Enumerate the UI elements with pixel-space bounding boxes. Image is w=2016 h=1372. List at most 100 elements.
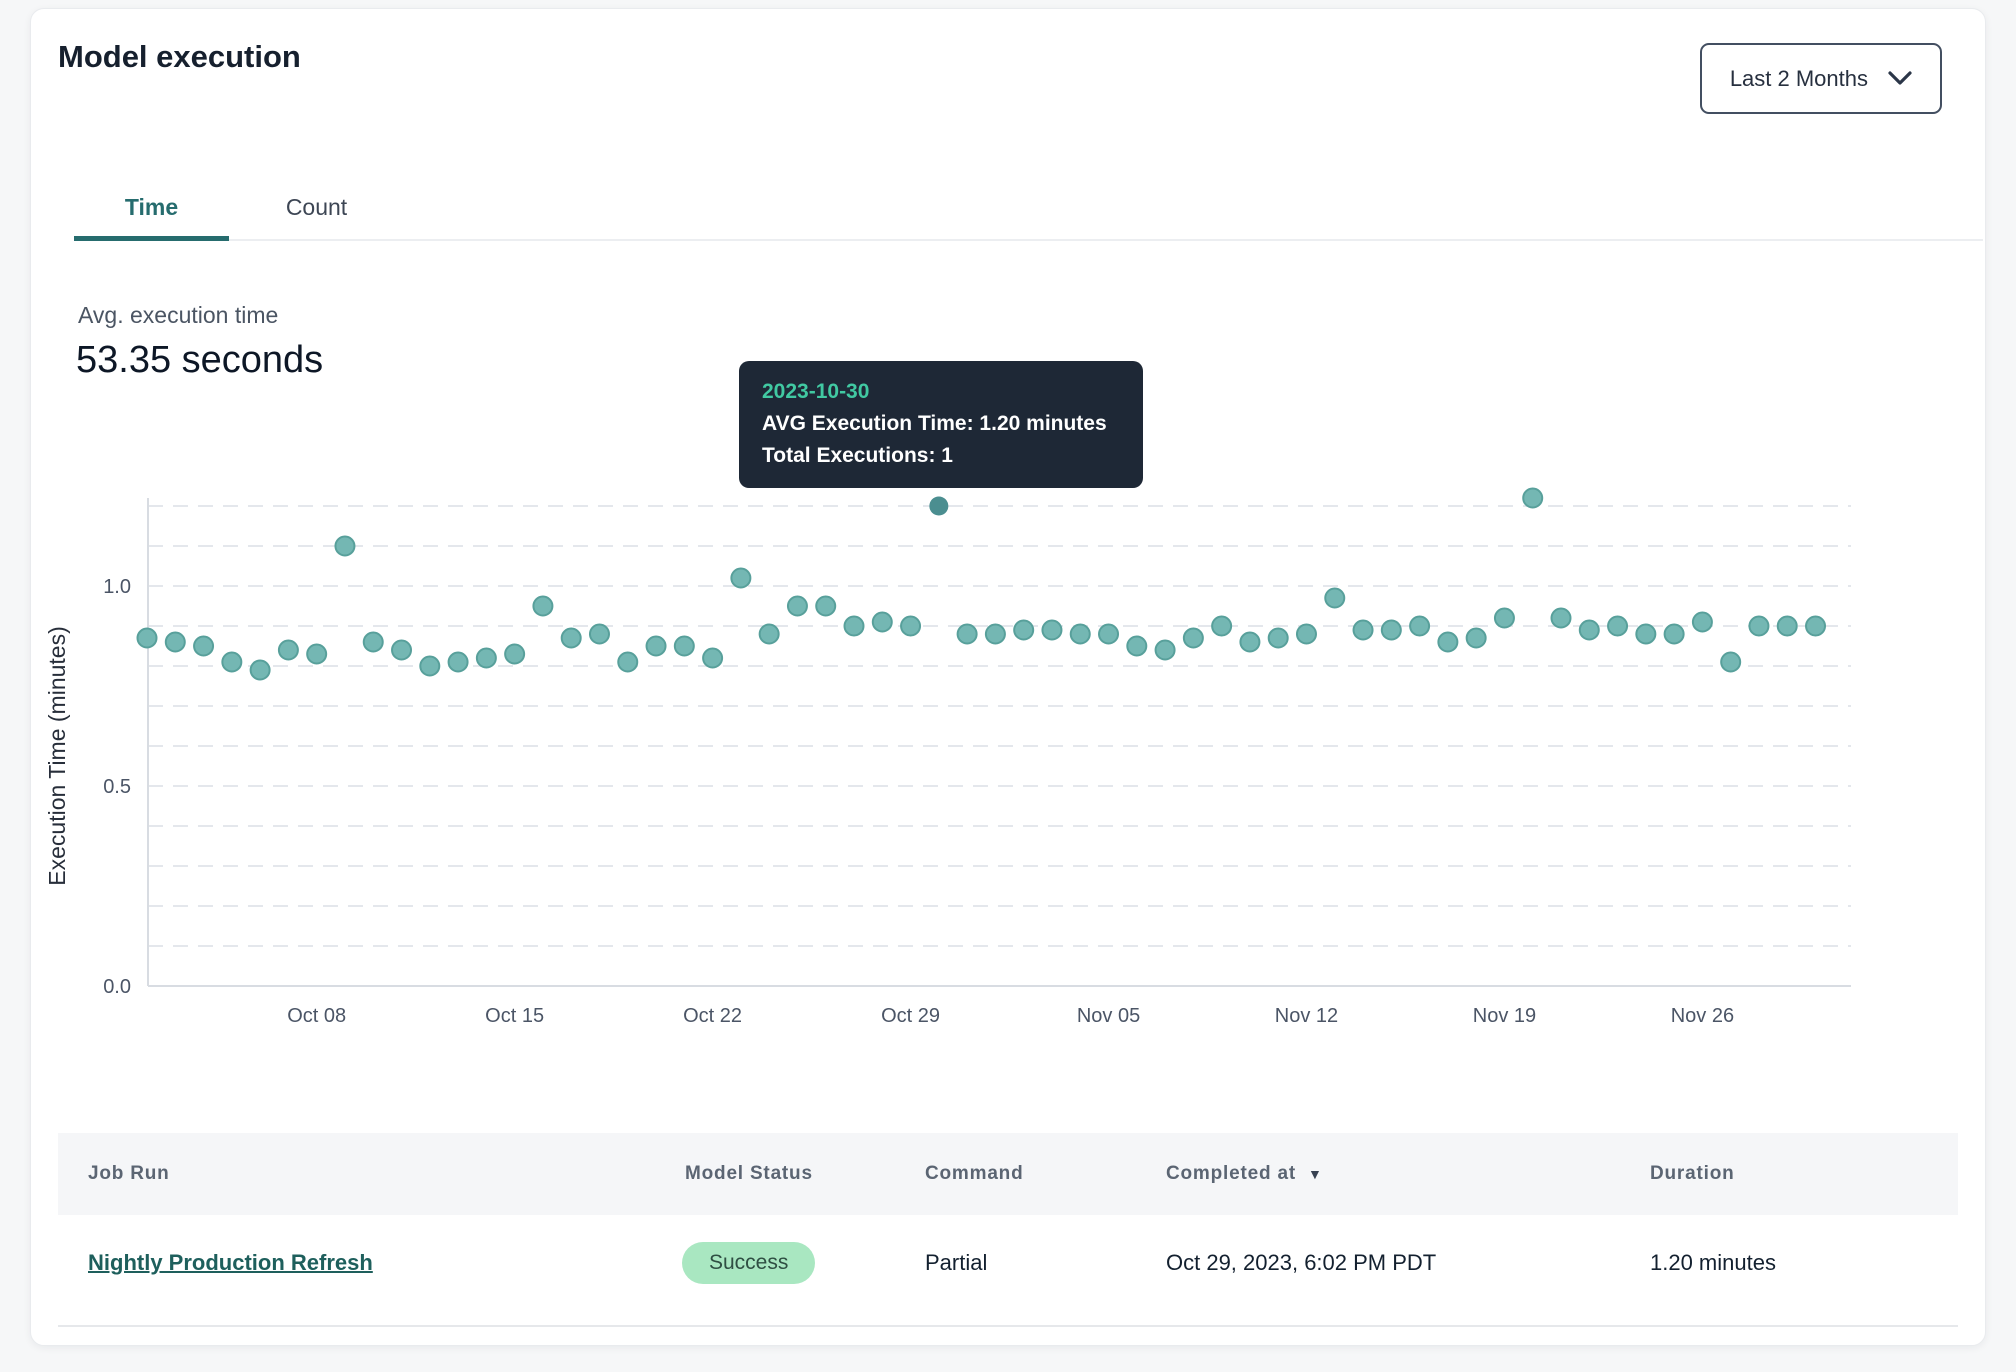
data-point[interactable] [477, 649, 496, 668]
data-point[interactable] [1665, 625, 1684, 644]
chevron-down-icon [1888, 71, 1912, 86]
data-point[interactable] [505, 645, 524, 664]
data-point[interactable] [1438, 633, 1457, 652]
x-tick-label: Oct 08 [287, 1005, 346, 1027]
y-tick-label: 0.5 [103, 776, 131, 798]
data-point[interactable] [1495, 609, 1514, 628]
data-point[interactable] [1523, 489, 1542, 508]
data-point[interactable] [533, 597, 552, 616]
x-tick-label: Nov 19 [1473, 1005, 1536, 1027]
data-point[interactable] [251, 661, 270, 680]
data-point[interactable] [1240, 633, 1259, 652]
tooltip-total-line: Total Executions: 1 [762, 440, 1120, 472]
data-point[interactable] [194, 637, 213, 656]
y-tick-label: 1.0 [103, 576, 131, 598]
data-point[interactable] [1410, 617, 1429, 636]
command-cell: Partial [925, 1215, 987, 1311]
data-point[interactable] [1184, 629, 1203, 648]
x-tick-label: Nov 26 [1671, 1005, 1734, 1027]
page-title: Model execution [58, 39, 301, 75]
data-point[interactable] [901, 617, 920, 636]
x-tick-label: Oct 29 [881, 1005, 940, 1027]
data-point[interactable] [138, 629, 157, 648]
data-point[interactable] [1042, 621, 1061, 640]
header-command[interactable]: Command [925, 1133, 1024, 1215]
tab-time[interactable]: Time [74, 175, 229, 239]
tooltip-avg-line: AVG Execution Time: 1.20 minutes [762, 408, 1120, 440]
tooltip-date: 2023-10-30 [762, 376, 1120, 408]
execution-time-chart[interactable]: 0.00.51.0Execution Time (minutes)Oct 08O… [31, 456, 1987, 1041]
data-point[interactable] [760, 625, 779, 644]
data-point[interactable] [1071, 625, 1090, 644]
data-point[interactable] [1325, 589, 1344, 608]
duration-cell: 1.20 minutes [1650, 1215, 1776, 1311]
data-point[interactable] [1269, 629, 1288, 648]
data-point[interactable] [958, 625, 977, 644]
data-point[interactable] [562, 629, 581, 648]
data-point[interactable] [420, 657, 439, 676]
data-point[interactable] [873, 613, 892, 632]
data-point[interactable] [731, 569, 750, 588]
data-point[interactable] [392, 641, 411, 660]
data-point[interactable] [1693, 613, 1712, 632]
data-point[interactable] [1467, 629, 1486, 648]
header-job-run[interactable]: Job Run [88, 1133, 170, 1215]
header-completed-at[interactable]: Completed at ▼ [1166, 1133, 1323, 1215]
data-point[interactable] [1778, 617, 1797, 636]
data-point[interactable] [1354, 621, 1373, 640]
data-point[interactable] [307, 645, 326, 664]
header-completed-at-label: Completed at [1166, 1163, 1296, 1185]
data-point[interactable] [364, 633, 383, 652]
data-point[interactable] [1297, 625, 1316, 644]
data-point[interactable] [618, 653, 637, 672]
tabs-divider [74, 239, 1983, 241]
data-point[interactable] [166, 633, 185, 652]
data-point-selected[interactable] [929, 497, 948, 516]
data-point[interactable] [1014, 621, 1033, 640]
data-point[interactable] [675, 637, 694, 656]
data-point[interactable] [1212, 617, 1231, 636]
job-run-link[interactable]: Nightly Production Refresh [88, 1250, 373, 1276]
data-point[interactable] [1721, 653, 1740, 672]
table-header: Job Run Model Status Command Completed a… [58, 1133, 1958, 1215]
data-point[interactable] [449, 653, 468, 672]
date-range-select[interactable]: Last 2 Months [1700, 43, 1942, 114]
y-axis-title: Execution Time (minutes) [44, 626, 70, 885]
data-point[interactable] [1608, 617, 1627, 636]
data-point[interactable] [1127, 637, 1146, 656]
data-point[interactable] [1552, 609, 1571, 628]
tab-count[interactable]: Count [229, 175, 404, 239]
data-point[interactable] [1382, 621, 1401, 640]
status-badge: Success [682, 1242, 815, 1284]
data-point[interactable] [788, 597, 807, 616]
data-point[interactable] [1806, 617, 1825, 636]
x-tick-label: Oct 15 [485, 1005, 544, 1027]
data-point[interactable] [816, 597, 835, 616]
page: { "header": { "title": "Model execution"… [0, 0, 2016, 1372]
header-duration[interactable]: Duration [1650, 1133, 1735, 1215]
avg-time-value: 53.35 seconds [76, 339, 323, 382]
model-status-cell: Success [682, 1215, 815, 1311]
data-point[interactable] [986, 625, 1005, 644]
data-point[interactable] [1099, 625, 1118, 644]
data-point[interactable] [1749, 617, 1768, 636]
x-tick-label: Nov 12 [1275, 1005, 1338, 1027]
data-point[interactable] [222, 653, 241, 672]
chart-tooltip: 2023-10-30 AVG Execution Time: 1.20 minu… [739, 361, 1143, 488]
data-point[interactable] [1636, 625, 1655, 644]
data-point[interactable] [647, 637, 666, 656]
data-point[interactable] [279, 641, 298, 660]
avg-time-label: Avg. execution time [78, 302, 278, 329]
data-point[interactable] [335, 537, 354, 556]
header-model-status[interactable]: Model Status [685, 1133, 813, 1215]
model-execution-card: Model execution Last 2 Months Time Count… [30, 8, 1986, 1346]
data-point[interactable] [703, 649, 722, 668]
data-point[interactable] [845, 617, 864, 636]
sort-desc-icon: ▼ [1308, 1166, 1323, 1182]
job-run-cell: Nightly Production Refresh [88, 1215, 373, 1311]
table-row: Nightly Production Refresh Success Parti… [58, 1215, 1958, 1327]
data-point[interactable] [1580, 621, 1599, 640]
data-point[interactable] [1156, 641, 1175, 660]
x-tick-label: Nov 05 [1077, 1005, 1140, 1027]
data-point[interactable] [590, 625, 609, 644]
